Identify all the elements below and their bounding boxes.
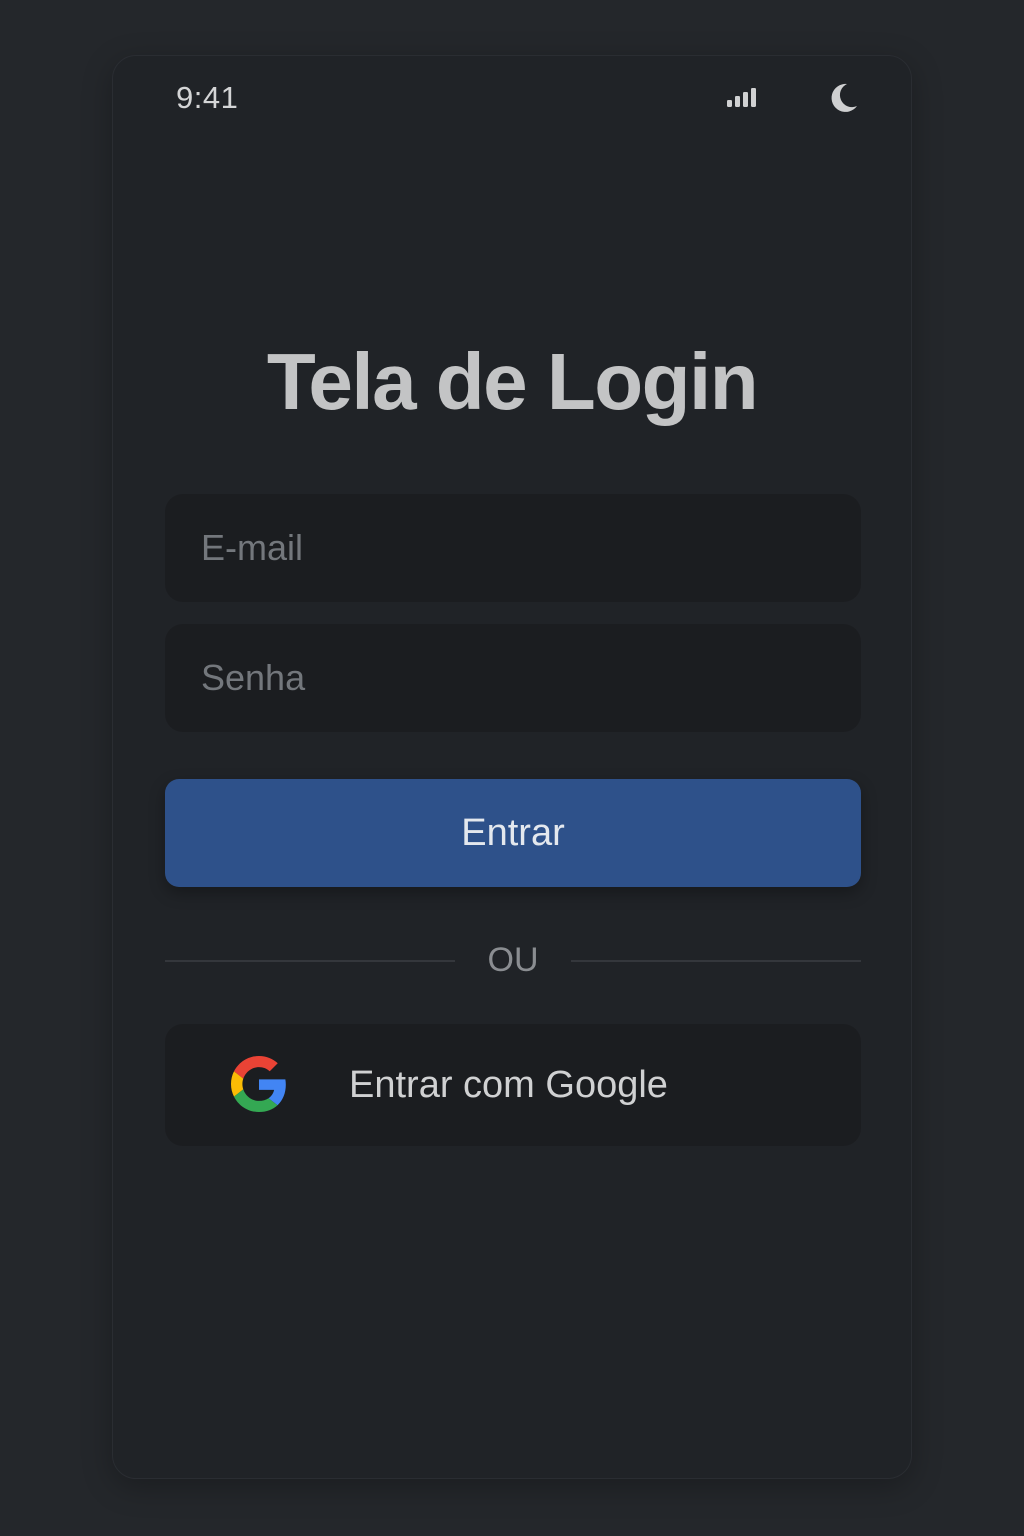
google-icon — [231, 1056, 286, 1112]
phone-frame: 9:41 Tela de Login Entrar OU Entrar com … — [112, 55, 912, 1479]
status-bar: 9:41 — [113, 80, 911, 116]
email-input[interactable] — [199, 526, 861, 570]
status-time: 9:41 — [176, 80, 239, 115]
password-field[interactable] — [165, 624, 861, 732]
email-field[interactable] — [165, 494, 861, 602]
login-button[interactable]: Entrar — [165, 779, 861, 887]
or-divider: OU — [165, 936, 861, 984]
divider-line-right — [571, 960, 861, 962]
google-sign-in-button[interactable]: Entrar com Google — [165, 1024, 861, 1146]
password-input[interactable] — [199, 656, 861, 700]
page-title: Tela de Login — [266, 337, 759, 426]
google-sign-in-label: Entrar com Google — [349, 1064, 668, 1106]
moon-icon — [831, 83, 857, 112]
cellular-signal-icon — [727, 88, 756, 107]
